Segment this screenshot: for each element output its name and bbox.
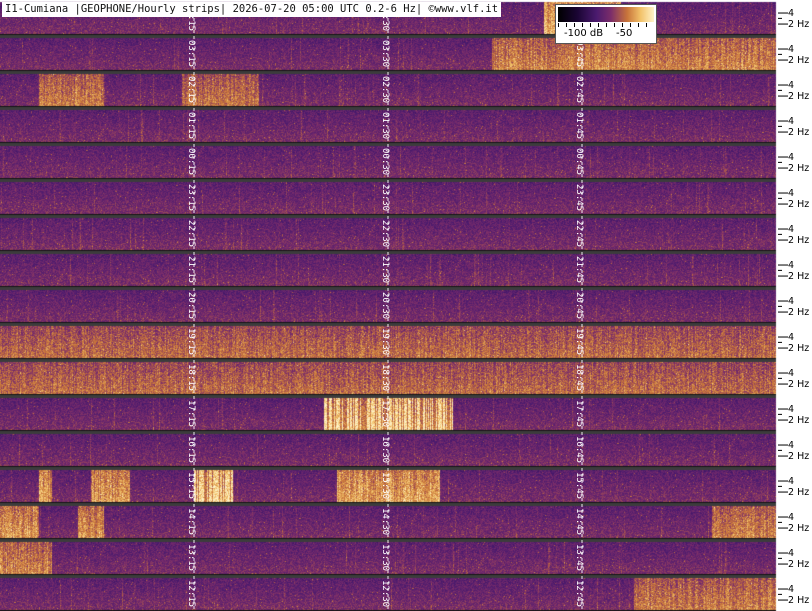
freq-tick-label: 4 xyxy=(788,296,794,307)
freq-tick-label: 4 xyxy=(788,548,794,559)
freq-tick-label: 2 Hz xyxy=(788,199,809,210)
time-label: 15:45 xyxy=(574,472,584,499)
freq-tick-label: 4 xyxy=(788,584,794,595)
freq-tick-label: 2 Hz xyxy=(788,487,809,498)
time-label: 20:45 xyxy=(574,292,584,319)
colorbar-label-low: -100 dB xyxy=(564,28,604,39)
time-label: 20:30 xyxy=(380,292,390,319)
colorbar-ticks xyxy=(558,23,654,27)
freq-tick-label: 2 Hz xyxy=(788,127,809,138)
freq-tick-label: 4 xyxy=(788,332,794,343)
time-label: 22:15 xyxy=(186,220,196,247)
time-label: 13:45 xyxy=(574,544,584,571)
time-label: 18:45 xyxy=(574,364,584,391)
time-label: 21:15 xyxy=(186,256,196,283)
freq-tick-label: 4 xyxy=(788,152,794,163)
time-label: 13:30 xyxy=(380,544,390,571)
time-label: 23:45 xyxy=(574,184,584,211)
chart-title: I1-Cumiana |GEOPHONE/Hourly strips| 2026… xyxy=(2,2,502,17)
time-label: 18:15 xyxy=(186,364,196,391)
freq-tick-label: 2 Hz xyxy=(788,307,809,318)
time-label: 01:45 xyxy=(574,112,584,139)
time-label: 02:30 xyxy=(380,76,390,103)
time-label: 02:45 xyxy=(574,76,584,103)
time-label: 19:30 xyxy=(380,328,390,355)
freq-tick-label: 2 Hz xyxy=(788,271,809,282)
freq-tick-label: 4 xyxy=(788,224,794,235)
time-label: 01:30 xyxy=(380,112,390,139)
freq-tick-label: 2 Hz xyxy=(788,343,809,354)
freq-tick-label: 2 Hz xyxy=(788,451,809,462)
freq-tick-label: 2 Hz xyxy=(788,595,809,606)
time-label: 16:30 xyxy=(380,436,390,463)
time-label: 19:45 xyxy=(574,328,584,355)
time-label: 23:15 xyxy=(186,184,196,211)
freq-tick-label: 4 xyxy=(788,44,794,55)
colorbar: -100 dB -50 xyxy=(555,4,657,44)
colorbar-gradient xyxy=(558,7,654,22)
time-label: 21:30 xyxy=(380,256,390,283)
colorbar-label-high: -50 xyxy=(616,28,633,39)
freq-tick-label: 4 xyxy=(788,368,794,379)
time-label: 15:30 xyxy=(380,472,390,499)
freq-tick-label: 2 Hz xyxy=(788,235,809,246)
time-label: 17:45 xyxy=(574,400,584,427)
time-label: 12:45 xyxy=(574,580,584,607)
time-label: 20:15 xyxy=(186,292,196,319)
time-label: 16:15 xyxy=(186,436,196,463)
time-label: 14:45 xyxy=(574,508,584,535)
time-label: 00:45 xyxy=(574,148,584,175)
time-label: 19:15 xyxy=(186,328,196,355)
time-label: 03:45 xyxy=(574,40,584,67)
time-label: 02:15 xyxy=(186,76,196,103)
freq-tick-label: 2 Hz xyxy=(788,163,809,174)
freq-tick-label: 4 xyxy=(788,404,794,415)
time-label: 13:15 xyxy=(186,544,196,571)
time-label: 03:30 xyxy=(380,40,390,67)
time-label: 14:15 xyxy=(186,508,196,535)
time-label: 01:15 xyxy=(186,112,196,139)
freq-tick-label: 4 xyxy=(788,116,794,127)
time-label: 12:15 xyxy=(186,580,196,607)
freq-tick-label: 4 xyxy=(788,260,794,271)
freq-tick-label: 2 Hz xyxy=(788,415,809,426)
freq-tick-label: 4 xyxy=(788,512,794,523)
freq-tick-label: 2 Hz xyxy=(788,523,809,534)
time-label: 22:45 xyxy=(574,220,584,247)
time-label: 15:15 xyxy=(186,472,196,499)
freq-tick-label: 2 Hz xyxy=(788,379,809,390)
freq-tick-label: 2 Hz xyxy=(788,559,809,570)
freq-tick-label: 2 Hz xyxy=(788,19,809,30)
time-label: 12:30 xyxy=(380,580,390,607)
freq-tick-label: 4 xyxy=(788,80,794,91)
freq-tick-label: 4 xyxy=(788,476,794,487)
time-label: 21:45 xyxy=(574,256,584,283)
time-label: 00:30 xyxy=(380,148,390,175)
freq-tick-label: 4 xyxy=(788,8,794,19)
time-label: 17:15 xyxy=(186,400,196,427)
time-label: 23:30 xyxy=(380,184,390,211)
freq-tick-label: 2 Hz xyxy=(788,91,809,102)
time-label: 16:45 xyxy=(574,436,584,463)
time-label: 03:15 xyxy=(186,40,196,67)
spectrogram-overlay: 04:1504:3004:4542 Hz03:1503:3003:4542 Hz… xyxy=(186,0,809,611)
time-label: 00:15 xyxy=(186,148,196,175)
freq-tick-label: 4 xyxy=(788,188,794,199)
freq-tick-label: 4 xyxy=(788,440,794,451)
time-label: 18:30 xyxy=(380,364,390,391)
time-label: 22:30 xyxy=(380,220,390,247)
time-label: 14:30 xyxy=(380,508,390,535)
time-label: 17:30 xyxy=(380,400,390,427)
freq-tick-label: 2 Hz xyxy=(788,55,809,66)
